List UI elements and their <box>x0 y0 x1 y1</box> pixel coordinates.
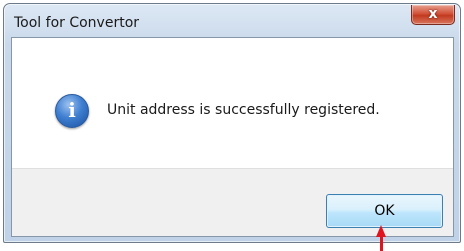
ok-button[interactable]: OK <box>326 194 443 228</box>
title-bar[interactable]: Tool for Convertor x <box>4 4 460 32</box>
close-icon: x <box>428 6 438 22</box>
dialog-body: i Unit address is successfully registere… <box>11 37 454 237</box>
window-title: Tool for Convertor <box>14 15 140 31</box>
info-icon: i <box>55 94 89 128</box>
pointer-arrow-icon <box>376 225 387 251</box>
dialog-message: Unit address is successfully registered. <box>107 102 380 118</box>
close-button[interactable]: x <box>411 5 455 25</box>
arrow-shaft <box>380 236 383 251</box>
info-icon-glyph: i <box>68 98 76 122</box>
dialog-window: Tool for Convertor x i Unit address is s… <box>3 3 461 243</box>
